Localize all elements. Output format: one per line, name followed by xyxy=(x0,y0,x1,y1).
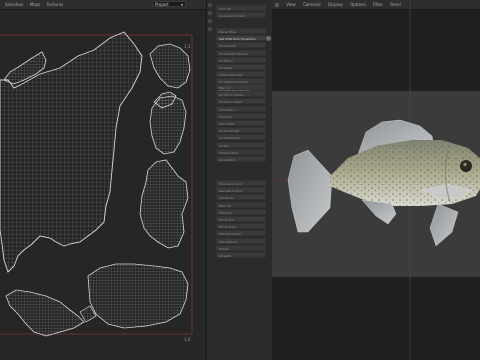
uv-layout-canvas[interactable]: 1,1 1,0 xyxy=(0,10,206,360)
uv-island-tail[interactable] xyxy=(5,289,85,337)
command-button[interactable]: Lock UV xyxy=(216,5,266,11)
command-button[interactable]: UV Pin xyxy=(216,141,266,148)
project-dropdown-value: Project xyxy=(155,2,169,7)
command-button[interactable]: UV Relaxation xyxy=(216,134,266,141)
command-button[interactable]: UV Rectangle xyxy=(216,127,266,134)
uv-island-side[interactable] xyxy=(139,159,189,249)
command-button[interactable]: UV Mirror xyxy=(216,56,266,63)
menu-item-textures[interactable]: Textures xyxy=(47,2,64,7)
uv-corner-label-bottom: 1,0 xyxy=(184,337,191,342)
command-button[interactable]: Flip Horizontal xyxy=(216,230,266,237)
command-button[interactable]: Unwrap UV Chart xyxy=(216,12,266,19)
command-panel: Lock UV Unwrap UV Chart Planar Map Set UVW … xyxy=(212,0,273,360)
fish-tail-fin[interactable] xyxy=(287,149,333,233)
command-button[interactable]: Unwrap to Grid xyxy=(216,180,266,186)
chevron-down-icon: ▾ xyxy=(180,2,183,7)
uv-island-belly[interactable] xyxy=(87,263,189,329)
viewport-3d[interactable]: View Cameras Display Options Filter Pane… xyxy=(272,0,480,360)
fish-eye-highlight xyxy=(463,162,467,167)
command-button[interactable]: Rescale to Grid xyxy=(216,187,266,194)
command-button[interactable]: UV Mirror Mesh xyxy=(216,98,266,105)
command-button[interactable]: Fit UV Tile xyxy=(216,216,266,222)
command-button[interactable]: Straight xyxy=(216,252,266,258)
gear-icon[interactable] xyxy=(266,36,271,42)
fish-eye xyxy=(460,160,472,172)
command-button[interactable]: Symmetry xyxy=(216,105,266,112)
command-button[interactable]: UV Mirror Points xyxy=(216,91,266,98)
menu-item-selection[interactable]: Selection xyxy=(5,2,23,7)
command-button[interactable]: Shape UV xyxy=(216,194,266,201)
command-button[interactable]: UV Relax xyxy=(216,64,266,70)
command-button[interactable]: Align UV xyxy=(216,112,266,119)
command-button[interactable]: Pack UV xyxy=(216,201,266,208)
command-button[interactable]: Map UV xyxy=(216,84,266,90)
fish-pelvic-fin[interactable] xyxy=(429,203,459,247)
command-button[interactable]: Stack UV xyxy=(216,208,266,215)
command-button[interactable]: Flip Vertical xyxy=(216,237,266,244)
command-button[interactable]: Fit UV Tiles xyxy=(216,223,266,230)
command-button[interactable]: UV Smooth Interior xyxy=(216,49,266,56)
command-button[interactable]: Set UVW from Projection xyxy=(216,35,271,42)
command-button[interactable]: Lock Ratio xyxy=(216,120,266,126)
command-button[interactable]: Orient Island xyxy=(216,148,266,155)
command-button[interactable]: Interpolate Map xyxy=(216,71,266,78)
command-button[interactable]: Planar Map xyxy=(216,28,266,34)
uv-island-fin-top[interactable] xyxy=(149,43,191,89)
project-dropdown[interactable]: Project ▾ xyxy=(152,1,186,7)
fish-model[interactable] xyxy=(272,0,480,360)
uv-corner-label-top: 1,1 xyxy=(184,44,191,49)
uv-editor-panel[interactable]: Selection Maps Textures Project ▾ 1,1 1,… xyxy=(0,0,206,360)
menu-item-maps[interactable]: Maps xyxy=(30,2,41,7)
command-button[interactable]: UV Smooth xyxy=(216,42,266,49)
command-button[interactable]: Rotate xyxy=(216,244,266,251)
command-button[interactable]: Straighten xyxy=(216,156,266,162)
